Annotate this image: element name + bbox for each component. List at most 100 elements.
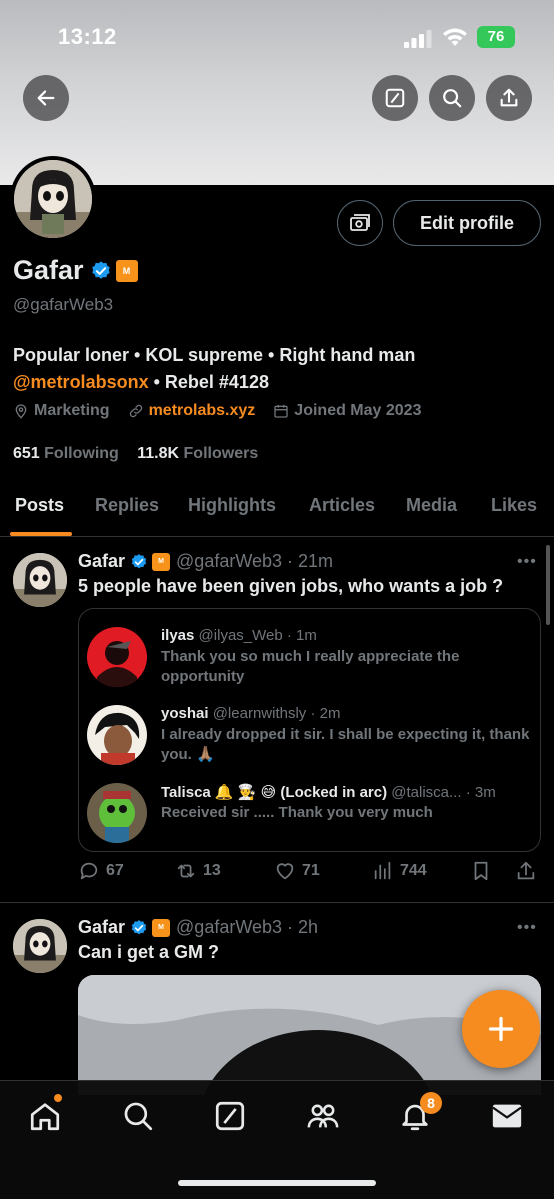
followers-link[interactable]: 11.8K Followers [137, 445, 258, 462]
share-action[interactable] [515, 860, 543, 882]
views-icon [374, 861, 391, 880]
reply-text: I already dropped it sir. I shall be exp… [161, 726, 530, 763]
wifi-icon [443, 28, 467, 46]
location-text: Marketing [34, 402, 110, 419]
post-avatar[interactable] [13, 919, 67, 973]
repost-action[interactable]: 13 [175, 860, 221, 882]
link-icon [129, 404, 142, 418]
verified-badge-icon [131, 919, 147, 934]
affiliate-badge[interactable]: M [115, 259, 138, 282]
calendar-icon [274, 405, 288, 418]
post-more-icon[interactable]: ••• [517, 553, 537, 571]
like-action[interactable]: 71 [274, 860, 320, 882]
profile-name-row: Gafar M [13, 255, 138, 286]
reply-preview-card[interactable]: ilyas @ilyas_Web · 1m Thank you so much … [78, 608, 541, 852]
tab-posts[interactable]: Posts [15, 495, 64, 516]
views-action[interactable]: 744 [372, 860, 427, 882]
repost-count: 13 [203, 862, 221, 879]
website-link[interactable]: metrolabs.xyz [149, 402, 256, 420]
joined-text: Joined May 2023 [294, 402, 422, 419]
avatar-image [13, 553, 67, 607]
tab-articles[interactable]: Articles [309, 495, 375, 516]
verified-badge-icon[interactable] [90, 260, 112, 282]
share-icon [517, 861, 535, 880]
edit-profile-button[interactable]: Edit profile [393, 200, 541, 246]
bio-mention-link[interactable]: @metrolabsonx [13, 372, 149, 392]
reply-avatar [87, 627, 147, 687]
reply-avatar-image [87, 627, 147, 687]
scrollbar[interactable] [546, 545, 550, 625]
nav-grok[interactable] [213, 1099, 247, 1133]
profile-location: Marketing [13, 402, 110, 420]
home-icon [30, 1103, 60, 1131]
grok-icon [385, 88, 405, 108]
bookmark-action[interactable] [470, 860, 498, 882]
reply-handle: @talisca... [391, 784, 462, 801]
reply-time: · 3m [465, 784, 496, 801]
profile-bio: Popular loner • KOL supreme • Right hand… [13, 342, 543, 396]
affiliate-badge: M [152, 918, 171, 937]
post-meta: @gafarWeb3 · 21m [176, 551, 334, 571]
post-meta: @gafarWeb3 · 2h [176, 917, 319, 937]
post-divider [0, 902, 554, 903]
profile-name: Gafar [13, 255, 84, 285]
money-icon [350, 214, 370, 231]
reply-avatar [87, 705, 147, 765]
reply-author: yoshai @learnwithsly · 2m [161, 705, 340, 722]
reply-name: yoshai [161, 705, 209, 722]
post-author-name[interactable]: Gafar [78, 917, 125, 938]
avatar-image [14, 160, 92, 238]
search-button[interactable] [429, 75, 475, 121]
heart-icon [276, 863, 294, 880]
bio-line: Popular loner • KOL supreme • Right hand… [13, 345, 416, 365]
bio-rest: • Rebel #4128 [148, 372, 269, 392]
status-time: 13:12 [58, 24, 117, 49]
bookmark-icon [474, 861, 488, 881]
profile-joined: Joined May 2023 [273, 402, 421, 420]
profile-website[interactable]: metrolabs.xyz [128, 402, 256, 420]
post-avatar[interactable] [13, 553, 67, 607]
comment-icon [80, 862, 98, 880]
reply-action[interactable]: 67 [78, 860, 124, 882]
home-unread-dot [54, 1094, 62, 1102]
nav-messages[interactable] [490, 1099, 524, 1133]
tab-likes[interactable]: Likes [491, 495, 537, 516]
tab-replies[interactable]: Replies [95, 495, 159, 516]
profile-avatar[interactable] [10, 156, 96, 242]
reply-name: ilyas [161, 627, 195, 644]
grok-icon [215, 1101, 245, 1131]
battery-tip [516, 33, 519, 41]
post-text: Can i get a GM ? [78, 942, 220, 962]
share-icon [500, 88, 518, 107]
back-button[interactable] [23, 75, 69, 121]
like-count: 71 [302, 862, 320, 879]
reply-name: Talisca 🔔 👨‍🍳 😅 (Locked in arc) [161, 784, 388, 801]
monetization-button[interactable] [337, 200, 383, 246]
post-text: 5 people have been given jobs, who wants… [78, 576, 504, 596]
reply-author: Talisca 🔔 👨‍🍳 😅 (Locked in arc) @talisca… [161, 783, 496, 801]
tab-media[interactable]: Media [406, 495, 457, 516]
following-label: Following [44, 445, 119, 462]
location-pin-icon [15, 404, 27, 419]
following-link[interactable]: 651 Following [13, 445, 119, 462]
post-more-icon[interactable]: ••• [517, 919, 537, 937]
nav-communities[interactable] [306, 1099, 340, 1133]
plus-icon [488, 1016, 514, 1042]
nav-search[interactable] [121, 1099, 155, 1133]
followers-count: 11.8K [137, 445, 180, 462]
grok-button[interactable] [372, 75, 418, 121]
nav-home[interactable] [28, 1099, 62, 1133]
notification-badge: 8 [420, 1092, 442, 1114]
communities-icon [307, 1104, 339, 1128]
post-header: Gafar M @gafarWeb3 · 21m [78, 551, 333, 572]
post-author-name[interactable]: Gafar [78, 551, 125, 572]
profile-tabs: Posts Replies Highlights Articles Media … [0, 485, 554, 537]
reply-text: Received sir ..... Thank you very much [161, 804, 433, 821]
reply-handle: @ilyas_Web · 1m [198, 627, 317, 644]
signal-icon [404, 30, 432, 48]
compose-button[interactable] [462, 990, 540, 1068]
share-profile-button[interactable] [486, 75, 532, 121]
tab-highlights[interactable]: Highlights [188, 495, 276, 516]
followers-label: Followers [183, 445, 259, 462]
profile-handle: @gafarWeb3 [13, 295, 114, 314]
